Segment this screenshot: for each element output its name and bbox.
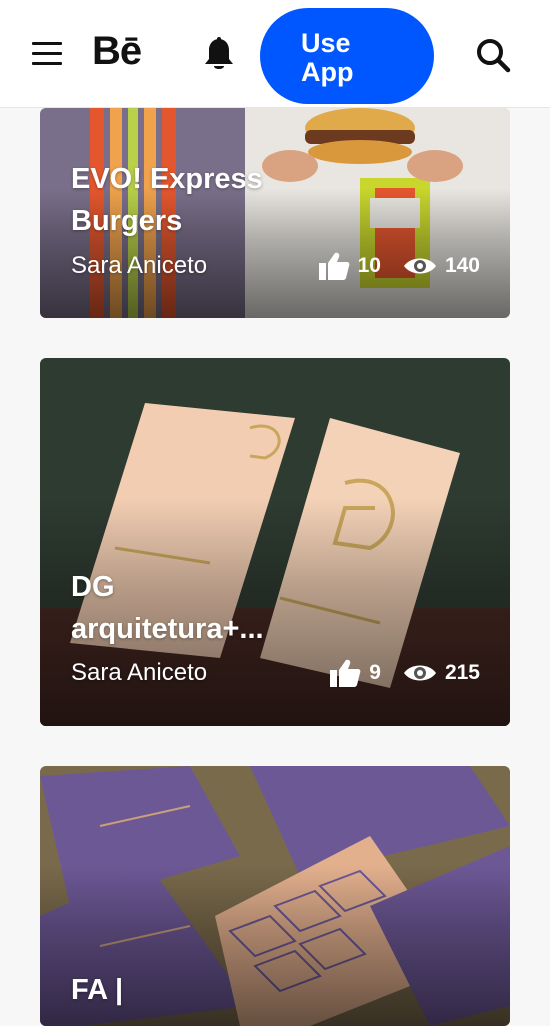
bell-icon[interactable] bbox=[203, 37, 235, 73]
likes-count: 10 bbox=[357, 254, 381, 277]
project-card[interactable]: DG arquitetura+... Sara Aniceto 9 215 bbox=[40, 358, 510, 726]
eye-icon bbox=[403, 665, 436, 681]
views-count: 140 bbox=[444, 254, 480, 277]
behance-logo[interactable]: Bē bbox=[92, 26, 142, 76]
project-owner[interactable]: Sara Aniceto bbox=[71, 251, 207, 281]
project-title[interactable]: EVO! Express Burgers bbox=[71, 158, 471, 242]
thumbs-up-icon bbox=[330, 659, 361, 687]
views-count: 215 bbox=[444, 661, 480, 684]
project-card[interactable]: EVO! Express Burgers Sara Aniceto 10 140 bbox=[40, 108, 510, 318]
project-title[interactable]: FA | bbox=[71, 969, 471, 1011]
top-nav-bar: Bē Use App bbox=[0, 0, 550, 108]
project-stats: 10 140 bbox=[318, 251, 480, 281]
likes-count: 9 bbox=[369, 661, 381, 684]
project-stats: 9 215 bbox=[329, 658, 480, 688]
menu-icon[interactable] bbox=[32, 40, 62, 68]
use-app-button[interactable]: Use App bbox=[260, 8, 434, 104]
project-owner[interactable]: Sara Aniceto bbox=[71, 658, 207, 688]
project-title[interactable]: DG arquitetura+... bbox=[71, 566, 471, 650]
thumbs-up-icon bbox=[318, 252, 349, 280]
eye-icon bbox=[403, 258, 436, 274]
search-icon[interactable] bbox=[475, 37, 511, 73]
project-card[interactable]: FA | bbox=[40, 766, 510, 1026]
